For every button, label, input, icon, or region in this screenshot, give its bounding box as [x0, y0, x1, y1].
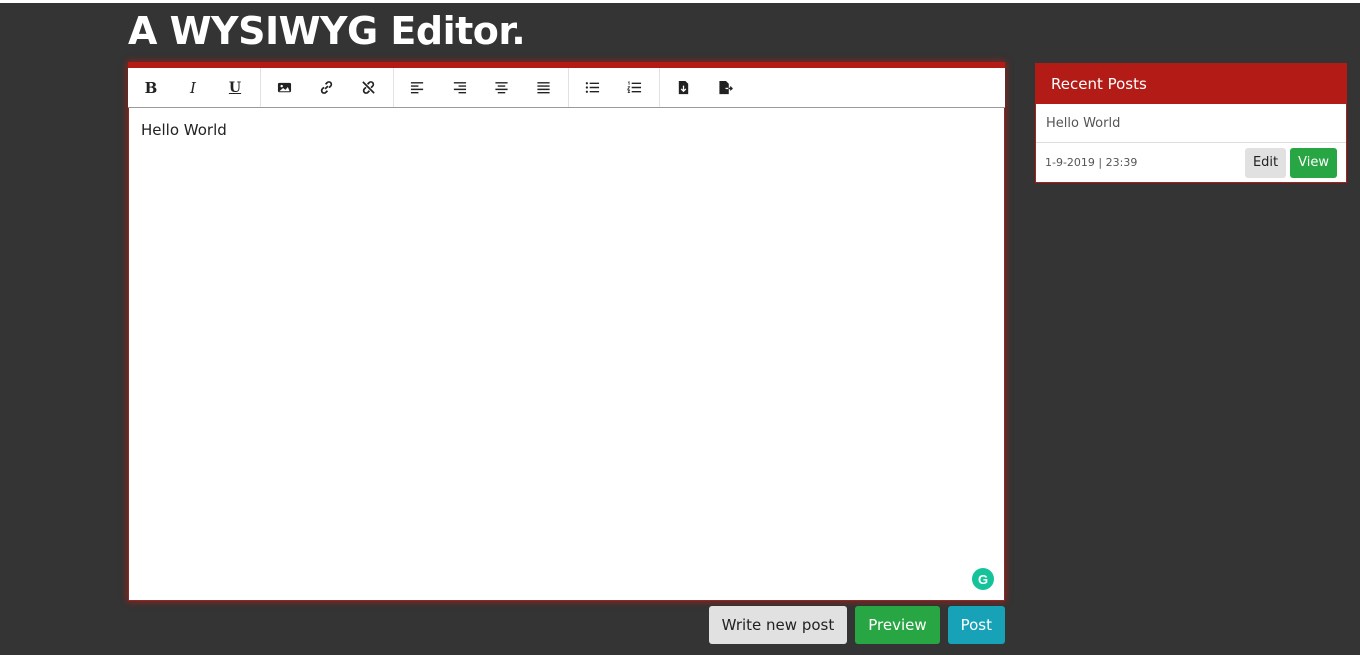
align-left-icon	[410, 82, 423, 94]
editor-toolbar: B I U	[128, 62, 1005, 108]
image-icon	[277, 82, 291, 93]
unlink-icon	[361, 81, 375, 94]
editor-content[interactable]: Hello World G	[128, 108, 1005, 601]
write-new-post-button[interactable]: Write new post	[708, 606, 848, 644]
page-title: A WYSIWYG Editor.	[128, 9, 526, 53]
align-justify-button[interactable]	[522, 68, 564, 107]
toolbar-group-media	[261, 68, 394, 107]
remove-link-button[interactable]	[347, 68, 389, 107]
numbered-list-icon	[626, 81, 641, 94]
italic-button[interactable]: I	[172, 68, 214, 107]
post-actions: Edit View	[1244, 147, 1337, 178]
post-date: 1-9-2019 | 23:39	[1045, 156, 1138, 169]
file-export-icon	[718, 80, 733, 95]
italic-icon: I	[190, 78, 196, 97]
toolbar-group-files	[660, 68, 750, 107]
bold-icon: B	[144, 78, 158, 97]
insert-link-button[interactable]	[305, 68, 347, 107]
align-justify-icon	[536, 82, 550, 94]
bold-button[interactable]: B	[130, 68, 172, 107]
post-button[interactable]: Post	[947, 606, 1005, 644]
import-file-button[interactable]	[662, 68, 704, 107]
bullet-list-icon	[585, 82, 599, 93]
toolbar-group-text-style: B I U	[128, 68, 261, 107]
recent-posts-header: Recent Posts	[1036, 64, 1346, 104]
align-left-button[interactable]	[396, 68, 438, 107]
align-right-icon	[453, 82, 466, 94]
underline-icon: U	[228, 79, 242, 96]
toolbar-group-align	[394, 68, 569, 107]
edit-post-button[interactable]: Edit	[1244, 147, 1287, 178]
export-file-button[interactable]	[704, 68, 746, 107]
recent-posts-panel: Recent Posts Hello World 1-9-2019 | 23:3…	[1035, 63, 1347, 183]
bullet-list-button[interactable]	[571, 68, 613, 107]
align-center-button[interactable]	[480, 68, 522, 107]
file-import-icon	[678, 80, 688, 95]
align-center-icon	[494, 82, 508, 94]
view-post-button[interactable]: View	[1290, 147, 1337, 178]
editor-text: Hello World	[141, 121, 227, 139]
post-title: Hello World	[1036, 104, 1346, 143]
preview-button[interactable]: Preview	[855, 606, 940, 644]
link-icon	[320, 81, 332, 94]
numbered-list-button[interactable]	[613, 68, 655, 107]
grammarly-icon[interactable]: G	[972, 568, 994, 590]
post-meta: 1-9-2019 | 23:39 Edit View	[1036, 143, 1346, 182]
editor: B I U Hello World G	[128, 62, 1005, 601]
editor-actions: Write new post Preview Post	[708, 606, 1005, 644]
underline-button[interactable]: U	[214, 68, 256, 107]
toolbar-group-lists	[569, 68, 660, 107]
insert-image-button[interactable]	[263, 68, 305, 107]
align-right-button[interactable]	[438, 68, 480, 107]
